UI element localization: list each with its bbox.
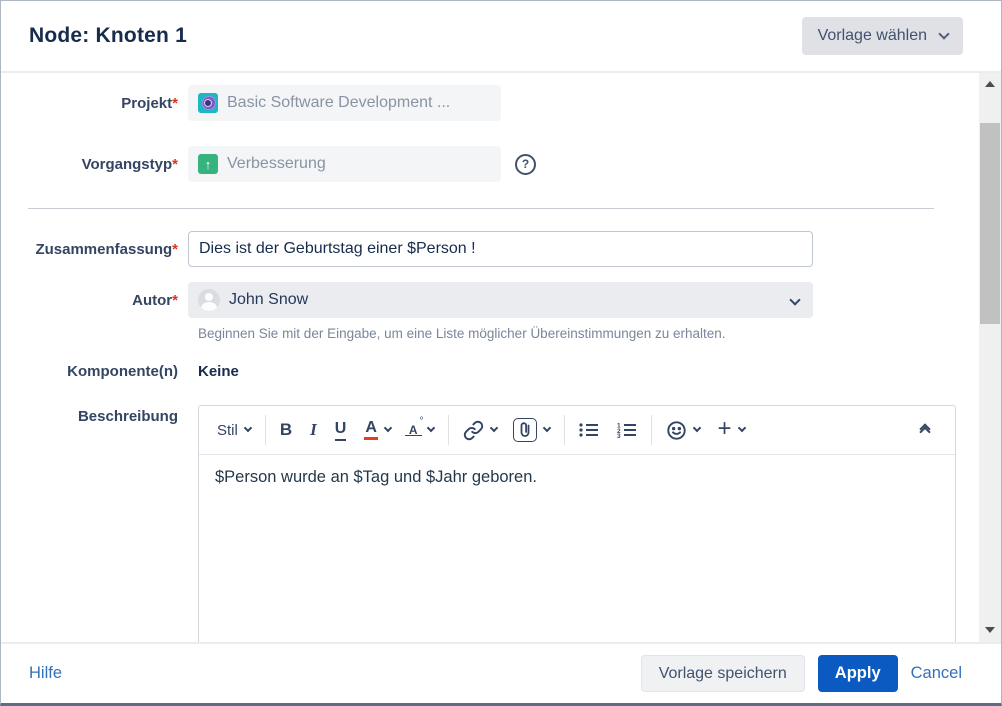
dialog-header: Node: Knoten 1 Vorlage wählen <box>1 1 1001 73</box>
chevron-down-icon <box>244 424 252 432</box>
komponenten-value: Keine <box>198 363 239 380</box>
text-color-button[interactable]: A <box>364 420 391 441</box>
toolbar-divider <box>651 415 652 445</box>
emoji-button[interactable] <box>666 420 700 441</box>
autor-select[interactable]: John Snow <box>188 282 813 318</box>
projekt-field[interactable]: Basic Software Development ... <box>188 85 501 121</box>
save-template-button[interactable]: Vorlage speichern <box>641 655 805 692</box>
chevron-down-icon <box>789 294 800 305</box>
help-icon[interactable]: ? <box>515 154 536 175</box>
chevron-down-icon <box>384 424 392 432</box>
autor-hint: Beginnen Sie mit der Eingabe, um eine Li… <box>198 326 979 341</box>
emoji-icon <box>666 420 687 441</box>
user-avatar-icon <box>198 289 220 311</box>
triangle-down-icon <box>985 627 995 633</box>
vorgangstyp-field[interactable]: ↑ Verbesserung <box>188 146 501 182</box>
scrollbar-thumb[interactable] <box>980 123 1000 324</box>
chevron-down-icon <box>938 28 949 39</box>
help-link[interactable]: Hilfe <box>29 664 62 683</box>
svg-text:3: 3 <box>617 433 621 438</box>
description-textarea[interactable]: $Person wurde an $Tag und $Jahr geboren. <box>199 455 955 642</box>
form-scroll-area: Projekt* Basic Software Development ... … <box>1 73 979 642</box>
bullet-list-icon <box>579 422 599 438</box>
insert-more-button[interactable]: + <box>718 420 745 441</box>
project-avatar-icon <box>198 93 218 113</box>
collapse-toolbar-button[interactable] <box>921 425 929 436</box>
projekt-value: Basic Software Development ... <box>227 94 450 112</box>
editor-toolbar: Stil B I U A A° <box>199 406 955 455</box>
numbered-list-button[interactable]: 123 <box>617 422 637 438</box>
vertical-scrollbar[interactable] <box>979 73 1001 642</box>
autor-row: Autor* John Snow <box>1 282 979 318</box>
template-select-button[interactable]: Vorlage wählen <box>802 17 963 55</box>
dialog-title: Node: Knoten 1 <box>29 24 187 48</box>
chevron-down-icon <box>692 424 700 432</box>
chevron-down-icon <box>542 424 550 432</box>
link-icon <box>463 420 484 441</box>
toolbar-divider <box>448 415 449 445</box>
zusammenfassung-label: Zusammenfassung* <box>1 241 188 258</box>
plus-icon: + <box>718 417 732 441</box>
vorgangstyp-row: Vorgangstyp* ↑ Verbesserung ? <box>1 146 979 182</box>
chevron-down-icon <box>426 424 434 432</box>
projekt-row: Projekt* Basic Software Development ... <box>1 85 979 121</box>
description-editor: Stil B I U A A° <box>198 405 956 642</box>
beschreibung-label: Beschreibung <box>1 394 188 425</box>
vorgangstyp-value: Verbesserung <box>227 155 326 173</box>
chevron-down-icon <box>737 424 745 432</box>
create-node-dialog: Node: Knoten 1 Vorlage wählen Projekt* B… <box>0 0 1002 706</box>
improvement-type-icon: ↑ <box>198 154 218 174</box>
required-marker: * <box>172 241 178 258</box>
link-button[interactable] <box>463 420 497 441</box>
projekt-label: Projekt* <box>1 95 188 112</box>
attachment-button[interactable] <box>513 418 550 442</box>
numbered-list-icon: 123 <box>617 422 637 438</box>
attachment-icon <box>513 418 537 442</box>
toolbar-divider <box>564 415 565 445</box>
scroll-up-button[interactable] <box>979 75 1001 92</box>
scroll-down-button[interactable] <box>979 621 1001 638</box>
bullet-list-button[interactable] <box>579 422 599 438</box>
dialog-footer: Hilfe Vorlage speichern Apply Cancel <box>1 642 1001 703</box>
cancel-link[interactable]: Cancel <box>911 664 962 683</box>
required-marker: * <box>172 95 178 112</box>
bold-button[interactable]: B <box>280 420 292 440</box>
vorgangstyp-label: Vorgangstyp* <box>1 156 188 173</box>
style-dropdown[interactable]: Stil <box>217 422 251 439</box>
toolbar-divider <box>265 415 266 445</box>
komponenten-row: Komponente(n) Keine <box>1 363 979 380</box>
required-marker: * <box>172 292 178 309</box>
underline-button[interactable]: U <box>335 420 347 441</box>
chevron-down-icon <box>489 424 497 432</box>
autor-value: John Snow <box>229 291 308 309</box>
section-divider <box>28 208 934 209</box>
komponenten-label: Komponente(n) <box>1 363 188 380</box>
required-marker: * <box>172 156 178 173</box>
italic-button[interactable]: I <box>310 420 317 440</box>
description-text: $Person wurde an $Tag und $Jahr geboren. <box>215 468 537 486</box>
zusammenfassung-input[interactable] <box>188 231 813 267</box>
dialog-body: Projekt* Basic Software Development ... … <box>1 73 1001 642</box>
template-select-label: Vorlage wählen <box>818 27 927 45</box>
autor-label: Autor* <box>1 292 188 309</box>
zusammenfassung-row: Zusammenfassung* <box>1 231 979 267</box>
background-color-button[interactable]: A° <box>407 421 434 440</box>
triangle-up-icon <box>985 81 995 87</box>
apply-button[interactable]: Apply <box>818 655 898 692</box>
